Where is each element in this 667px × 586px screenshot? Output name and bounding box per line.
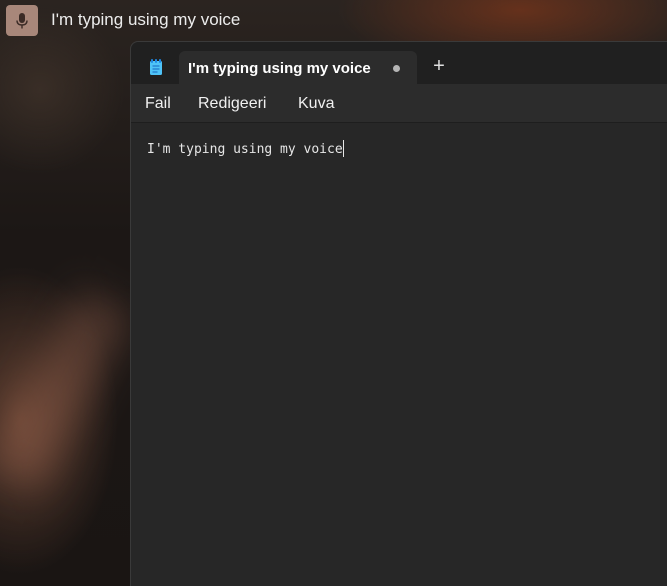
notepad-icon [150,59,162,75]
menu-bar: Fail Redigeeri Kuva [131,84,667,123]
menu-file[interactable]: Fail [145,95,171,113]
menu-view[interactable]: Kuva [298,95,334,113]
tab-title: I'm typing using my voice [188,60,371,77]
unsaved-dot-icon[interactable] [393,65,400,72]
notepad-window: I'm typing using my voice + Fail Redigee… [130,41,667,586]
new-tab-button[interactable]: + [431,56,447,76]
background-blur [0,287,134,493]
text-caret [342,140,344,157]
menu-edit[interactable]: Redigeeri [198,95,266,113]
voice-typing-bar: I'm typing using my voice [0,0,667,42]
voice-transcript: I'm typing using my voice [51,10,241,29]
text-editor[interactable]: I'm typing using my voice [131,123,667,586]
document-tab[interactable]: I'm typing using my voice [179,51,417,84]
editor-content[interactable]: I'm typing using my voice [147,140,344,157]
document-text: I'm typing using my voice [147,142,343,157]
microphone-icon [16,12,28,28]
microphone-button[interactable] [6,5,38,36]
title-bar: I'm typing using my voice + [131,42,667,84]
